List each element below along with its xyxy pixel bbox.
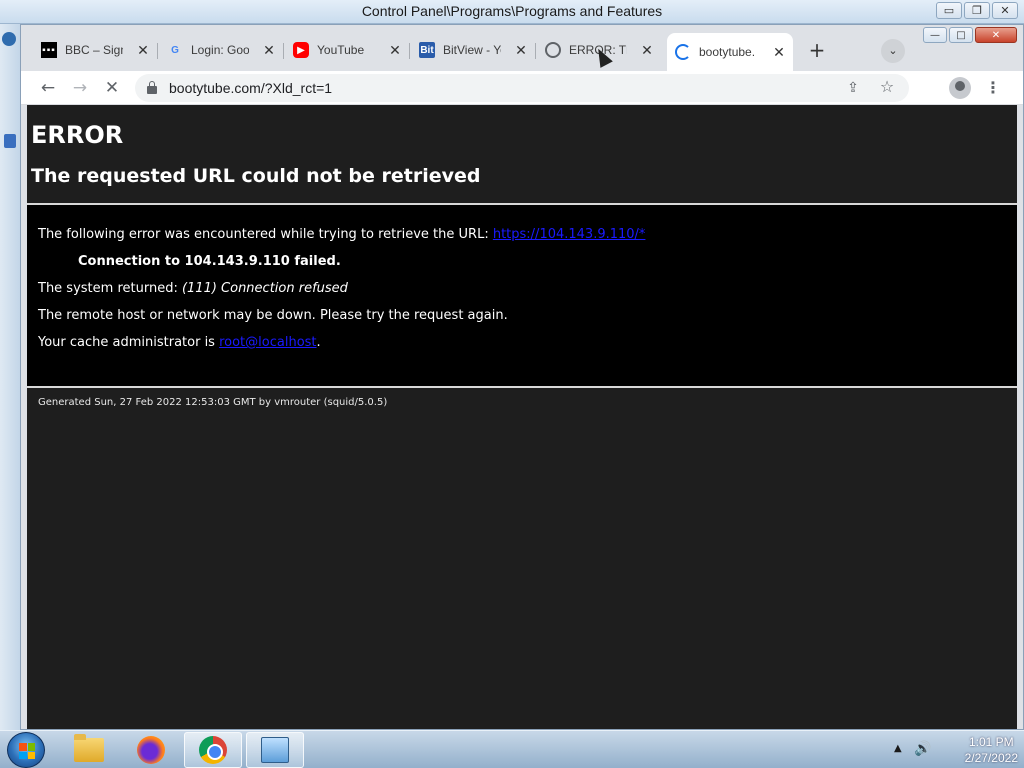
tab-bootytube-active[interactable]: bootytube. ✕ xyxy=(667,33,793,71)
windows-flag-icon xyxy=(19,743,35,759)
browser-window: ▪▪▪ BBC – Sign ✕ G Login: Goo ✕ ▶ YouTub… xyxy=(20,24,1024,730)
background-minimize-button[interactable]: ▭ xyxy=(936,2,962,19)
bbc-icon: ▪▪▪ xyxy=(41,42,57,58)
close-icon[interactable]: ✕ xyxy=(639,42,655,58)
profile-avatar-icon[interactable] xyxy=(949,77,971,99)
tab-google-login[interactable]: G Login: Goo ✕ xyxy=(159,35,284,65)
tab-bitview[interactable]: Bit BitView - Yo ✕ xyxy=(411,35,536,65)
cache-admin-link[interactable]: root@localhost xyxy=(219,335,316,350)
bitview-icon: Bit xyxy=(419,42,435,58)
page-subtitle: The requested URL could not be retrieved xyxy=(31,165,481,187)
tab-label: Login: Goo xyxy=(191,43,249,57)
new-tab-button[interactable]: + xyxy=(804,39,830,63)
show-hidden-icons-button[interactable]: ▲ xyxy=(894,743,902,754)
system-error-code: (111) Connection refused xyxy=(181,281,348,296)
taskbar-firefox[interactable] xyxy=(122,732,180,768)
clock[interactable]: 1:01 PM 2/27/2022 xyxy=(965,734,1018,766)
firefox-icon xyxy=(137,736,165,764)
close-icon[interactable]: ✕ xyxy=(387,42,403,58)
volume-icon[interactable]: 🔊 xyxy=(914,741,931,757)
background-window-controls: ▭ ❐ ✕ xyxy=(936,2,1018,19)
close-icon[interactable]: ✕ xyxy=(513,42,529,58)
divider xyxy=(27,386,1017,388)
address-bar[interactable]: bootytube.com/?Xld_rct=1 ⇪ ☆ xyxy=(135,74,909,102)
system-tray: ▲ 🔊 1:01 PM 2/27/2022 xyxy=(884,731,1024,768)
connection-failed-message: Connection to 104.143.9.110 failed. xyxy=(78,254,341,269)
error-page: ERROR The requested URL could not be ret… xyxy=(27,105,1017,729)
loading-spinner-icon xyxy=(675,44,691,60)
tab-label: bootytube. xyxy=(699,45,756,59)
taskbar-chrome[interactable] xyxy=(184,732,242,768)
clock-time: 1:01 PM xyxy=(968,735,1014,749)
tab-bbc[interactable]: ▪▪▪ BBC – Sign ✕ xyxy=(33,35,158,65)
background-window-titlebar: Control Panel\Programs\Programs and Feat… xyxy=(0,0,1024,24)
folder-icon xyxy=(74,734,104,762)
chrome-icon xyxy=(199,736,227,764)
close-icon[interactable]: ✕ xyxy=(771,44,787,60)
clock-date: 2/27/2022 xyxy=(964,751,1018,765)
browser-menu-button[interactable]: ⋮ xyxy=(983,75,1003,101)
cache-admin-line: Your cache administrator is root@localho… xyxy=(38,335,321,350)
youtube-icon: ▶ xyxy=(293,42,309,58)
requested-url-link[interactable]: https://104.143.9.110/* xyxy=(493,227,646,242)
tab-strip: ▪▪▪ BBC – Sign ✕ G Login: Goo ✕ ▶ YouTub… xyxy=(21,25,1023,71)
close-icon[interactable]: ✕ xyxy=(261,42,277,58)
tab-label: BBC – Sign xyxy=(65,43,123,57)
minimize-button[interactable]: — xyxy=(923,27,947,43)
taskbar-control-panel[interactable] xyxy=(246,732,304,768)
forward-button[interactable]: → xyxy=(67,75,93,101)
close-icon[interactable]: ✕ xyxy=(135,42,151,58)
taskbar-explorer[interactable] xyxy=(60,732,118,768)
stop-loading-button[interactable]: ✕ xyxy=(99,75,125,101)
system-returned: The system returned: (111) Connection re… xyxy=(38,281,348,296)
maximize-button[interactable]: □ xyxy=(949,27,973,43)
back-navigation-icon xyxy=(2,32,16,46)
background-window-edge xyxy=(0,24,20,730)
background-window-title: Control Panel\Programs\Programs and Feat… xyxy=(361,3,663,19)
tab-youtube[interactable]: ▶ YouTube ✕ xyxy=(285,35,410,65)
generated-footer: Generated Sun, 27 Feb 2022 12:53:03 GMT … xyxy=(38,397,388,408)
browser-toolbar: ← → ✕ bootytube.com/?Xld_rct=1 ⇪ ☆ ⋮ xyxy=(21,71,1023,105)
background-restore-button[interactable]: ❐ xyxy=(964,2,990,19)
bookmark-star-icon[interactable]: ☆ xyxy=(877,77,897,97)
shield-icon xyxy=(4,134,16,148)
browser-window-controls: — □ ✕ xyxy=(923,27,1017,43)
tab-search-button[interactable]: ⌄ xyxy=(881,39,905,63)
tab-label: YouTube xyxy=(317,43,365,57)
remote-host-message: The remote host or network may be down. … xyxy=(38,308,508,323)
back-button[interactable]: ← xyxy=(35,75,61,101)
lock-icon[interactable] xyxy=(147,81,157,94)
background-close-button[interactable]: ✕ xyxy=(992,2,1018,19)
error-intro: The following error was encountered whil… xyxy=(38,227,646,242)
start-button[interactable] xyxy=(7,732,45,768)
page-title: ERROR xyxy=(31,121,124,149)
google-icon: G xyxy=(171,44,179,56)
error-details-box: The following error was encountered whil… xyxy=(27,205,1017,386)
taskbar: ▲ 🔊 1:01 PM 2/27/2022 xyxy=(0,730,1024,768)
share-icon[interactable]: ⇪ xyxy=(843,78,863,98)
url-text[interactable]: bootytube.com/?Xld_rct=1 xyxy=(169,80,332,96)
tab-label: BitView - Yo xyxy=(443,43,501,57)
control-panel-icon xyxy=(261,737,289,763)
globe-icon xyxy=(545,42,561,58)
close-window-button[interactable]: ✕ xyxy=(975,27,1017,43)
